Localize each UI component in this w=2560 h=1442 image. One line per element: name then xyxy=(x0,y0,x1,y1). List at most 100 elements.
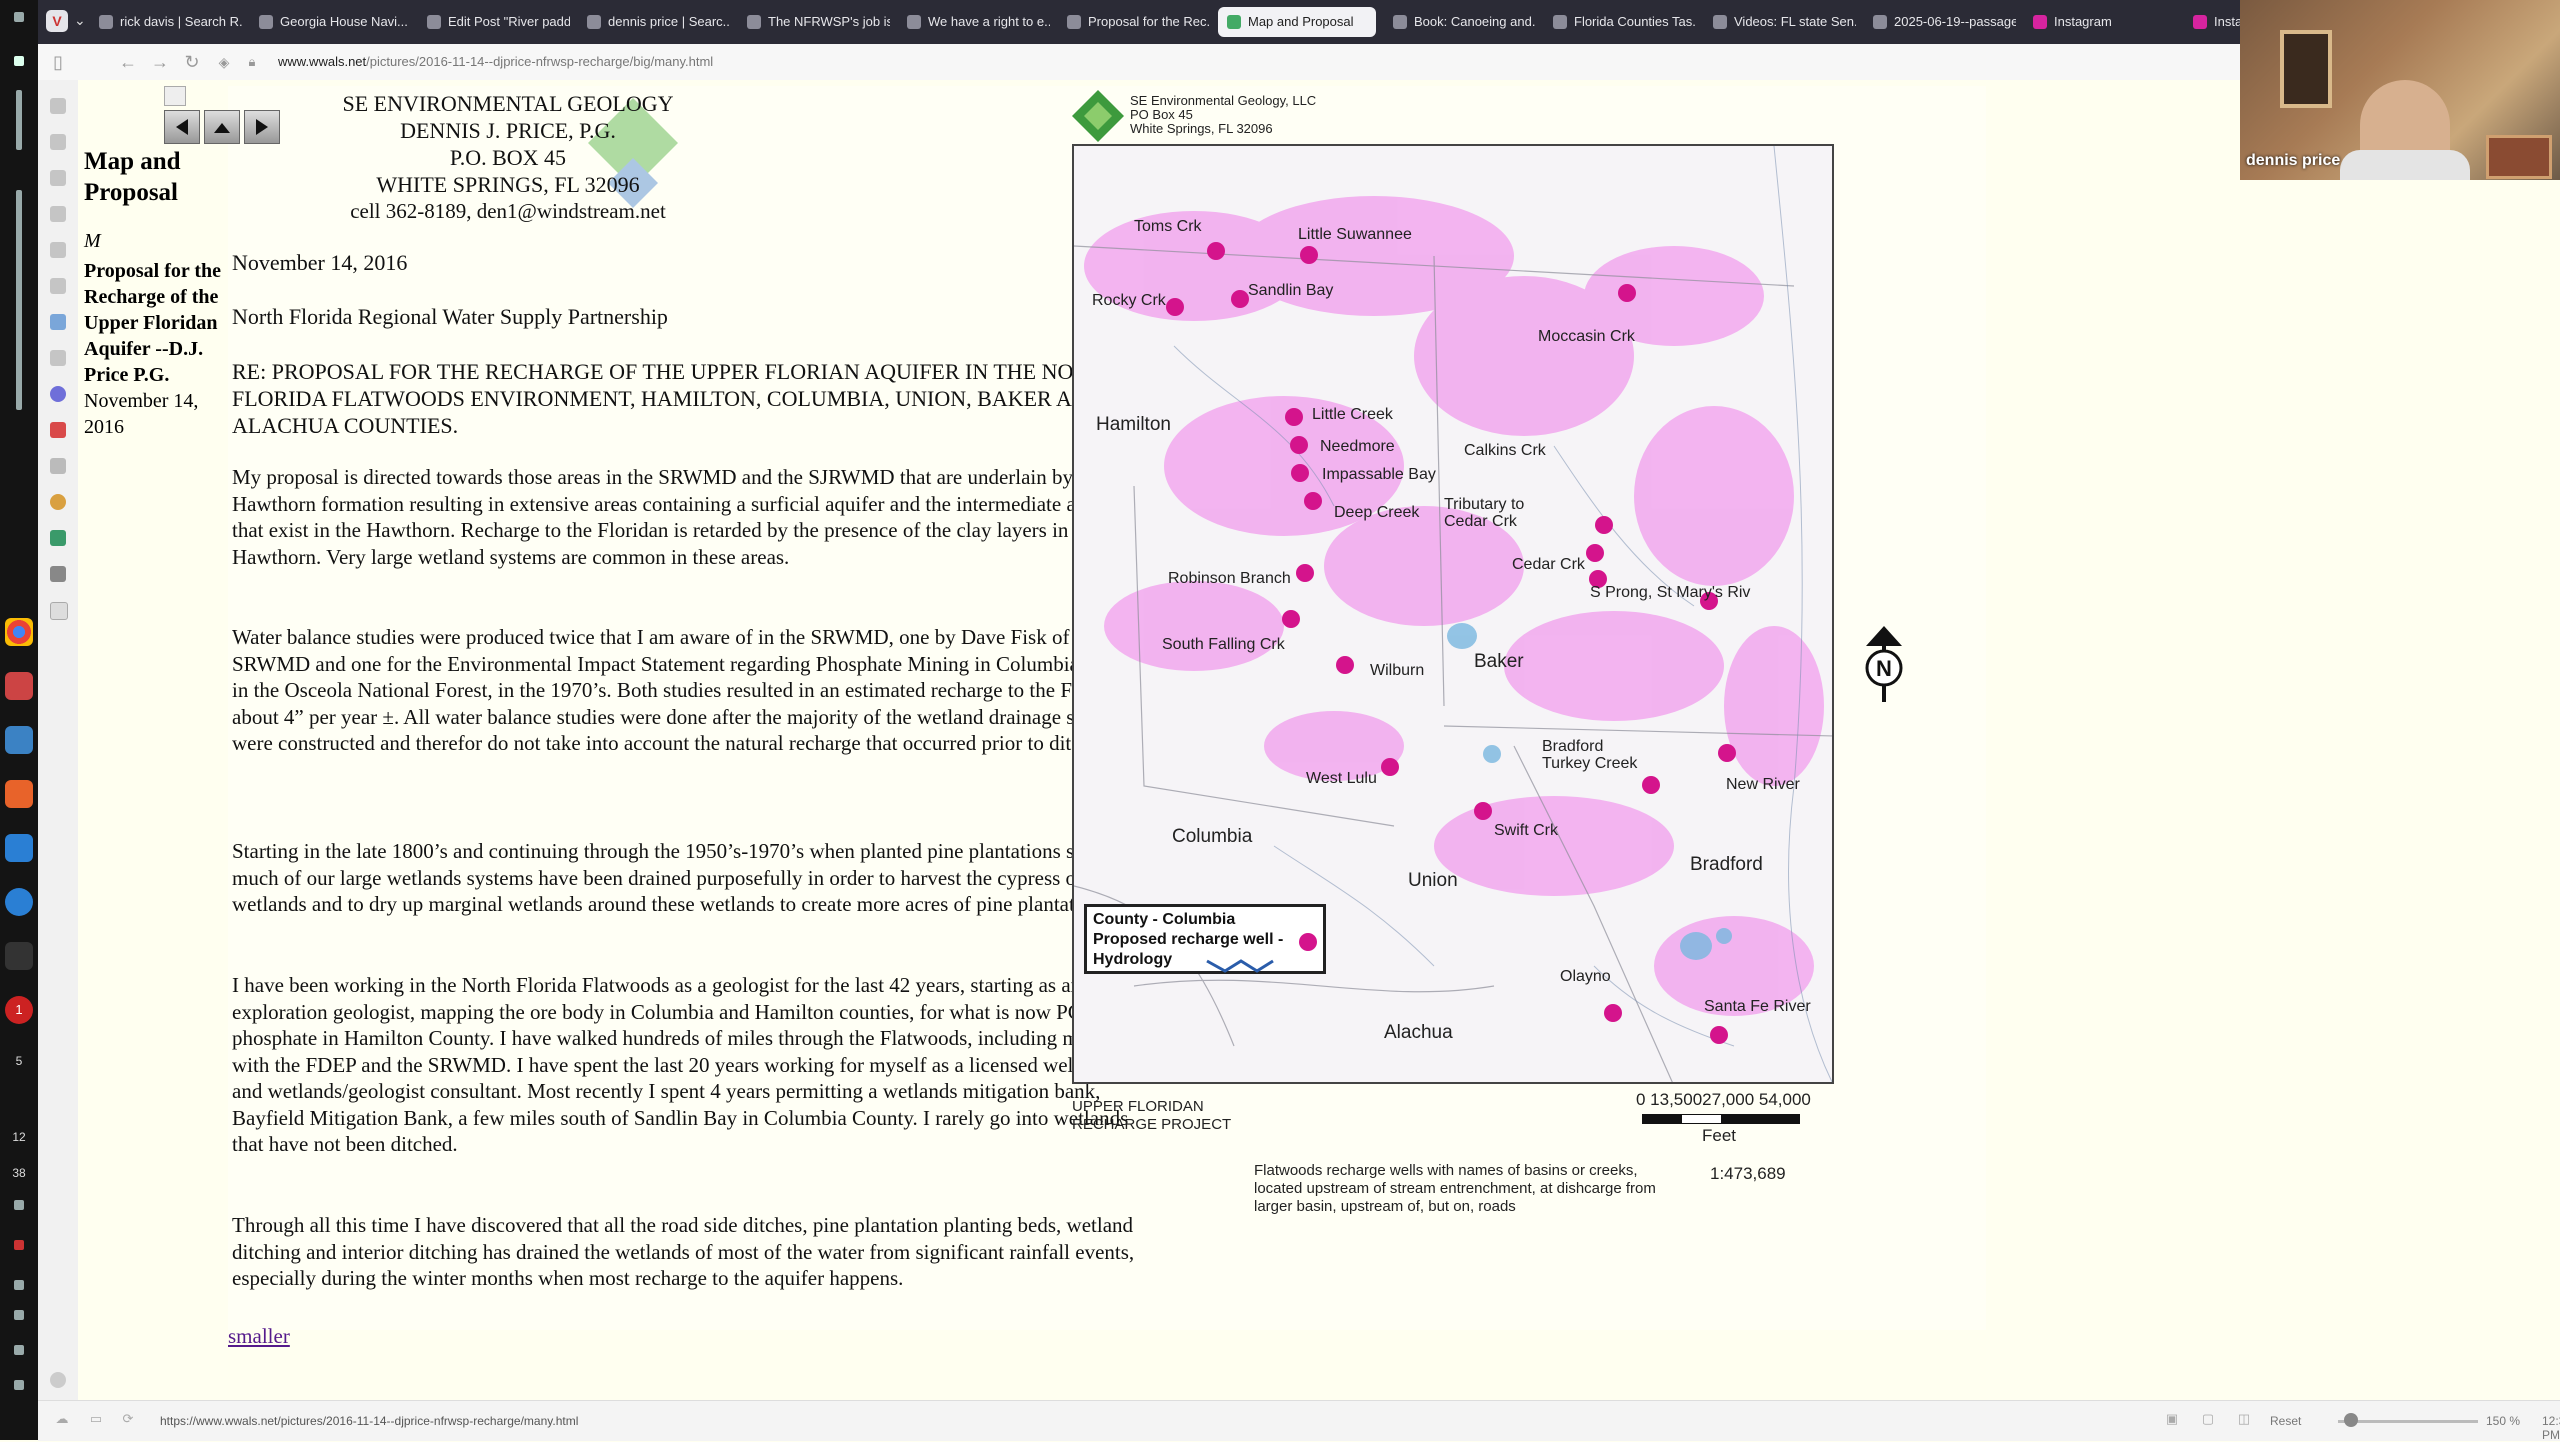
site-label: Moccasin Crk xyxy=(1538,328,1635,345)
previous-page-button[interactable] xyxy=(164,110,200,144)
pocket-icon[interactable] xyxy=(50,422,66,438)
tab[interactable]: dennis price | Searc... xyxy=(578,7,730,37)
triangle-left-icon xyxy=(176,119,188,135)
window-list-icon[interactable] xyxy=(16,190,22,410)
site-label: Sandlin Bay xyxy=(1248,282,1334,299)
chevron-down-icon[interactable]: ⌄ xyxy=(74,12,86,29)
well-marker xyxy=(1282,610,1300,628)
mic-icon[interactable] xyxy=(14,1200,24,1210)
lock-icon[interactable]: 🔒︎ xyxy=(242,52,262,72)
tab[interactable]: Florida Counties Tas... xyxy=(1544,7,1696,37)
sync-icon[interactable]: ⟳ xyxy=(118,1409,138,1429)
tab[interactable]: Edit Post "River padd... xyxy=(418,7,570,37)
site-label: Bradford Turkey Creek xyxy=(1542,738,1638,772)
window-icon[interactable] xyxy=(50,278,66,294)
next-page-button[interactable] xyxy=(244,110,280,144)
bluetooth-icon[interactable] xyxy=(14,1310,24,1320)
well-marker xyxy=(1207,242,1225,260)
company-address: SE Environmental Geology, LLC PO Box 45 … xyxy=(1130,93,1317,136)
tab[interactable]: Proposal for the Rec... xyxy=(1058,7,1210,37)
tab[interactable]: Instagram xyxy=(2024,7,2176,37)
settings-icon[interactable] xyxy=(50,566,66,582)
grid-icon[interactable] xyxy=(14,56,24,66)
capture-icon[interactable]: ▣ xyxy=(2162,1409,2182,1429)
favicon-icon xyxy=(747,15,761,29)
favicon-icon xyxy=(1553,15,1567,29)
site-label: Santa Fe River xyxy=(1704,998,1811,1015)
tiling-icon[interactable]: ▢ xyxy=(2198,1409,2218,1429)
tab[interactable]: Videos: FL state Sen... xyxy=(1704,7,1856,37)
tab[interactable]: We have a right to e... xyxy=(898,7,1050,37)
panel-toggle-icon[interactable]: ▯ xyxy=(48,52,68,72)
company-logo-icon xyxy=(1072,90,1124,142)
tab[interactable]: Book: Canoeing and... xyxy=(1384,7,1536,37)
county-label: Hamilton xyxy=(1096,414,1171,435)
site-label: Swift Crk xyxy=(1494,822,1558,839)
tile-icon[interactable]: ▭ xyxy=(86,1409,106,1429)
wikipedia-icon[interactable] xyxy=(50,458,66,474)
extension-icon[interactable] xyxy=(50,494,66,510)
vivaldi-menu-icon[interactable]: V xyxy=(46,10,68,32)
mail-icon[interactable] xyxy=(5,726,33,754)
browser-side-panel xyxy=(38,80,79,1400)
workspace-icon[interactable] xyxy=(14,12,24,22)
favicon-icon xyxy=(427,15,441,29)
letter-recipient: North Florida Regional Water Supply Part… xyxy=(232,304,668,329)
notification-badge[interactable]: 1 xyxy=(5,996,33,1024)
gear-icon[interactable] xyxy=(50,1372,66,1388)
favicon-icon xyxy=(1227,15,1241,29)
history-icon[interactable] xyxy=(50,206,66,222)
record-icon[interactable] xyxy=(14,1240,24,1250)
well-marker xyxy=(1718,744,1736,762)
bookmarks-icon[interactable] xyxy=(50,98,66,114)
forward-icon[interactable]: → xyxy=(150,52,170,72)
translate-icon[interactable] xyxy=(50,314,66,330)
app-store-icon[interactable] xyxy=(5,834,33,862)
well-marker xyxy=(1604,1004,1622,1022)
favicon-icon xyxy=(907,15,921,29)
sheet-icon[interactable] xyxy=(50,530,66,546)
url-field[interactable]: www.wwals.net/pictures/2016-11-14--djpri… xyxy=(278,54,713,69)
help-icon[interactable] xyxy=(5,888,33,916)
battery-icon[interactable] xyxy=(14,1380,24,1390)
downloads-icon[interactable] xyxy=(50,170,66,186)
tab[interactable]: Georgia House Navi... xyxy=(250,7,410,37)
mastodon-icon[interactable] xyxy=(50,386,66,402)
add-panel-icon[interactable] xyxy=(50,602,68,620)
software-center-icon[interactable] xyxy=(5,780,33,808)
notes-icon[interactable] xyxy=(50,242,66,258)
letter-paragraph-2: Water balance studies were produced twic… xyxy=(232,625,1146,755)
zoom-slider-handle[interactable] xyxy=(2344,1413,2358,1427)
status-url: https://www.wwals.net/pictures/2016-11-1… xyxy=(160,1414,579,1428)
zoom-slider[interactable] xyxy=(2338,1420,2478,1423)
chrome-icon[interactable] xyxy=(5,618,33,646)
tab[interactable]: The NFRWSP's job is... xyxy=(738,7,890,37)
cloud-icon[interactable]: ☁ xyxy=(52,1409,72,1429)
webcam-overlay: dennis price xyxy=(2240,0,2560,180)
tab[interactable]: 2025-06-19--passage... xyxy=(1864,7,2016,37)
files-icon[interactable] xyxy=(5,672,33,700)
well-marker xyxy=(1474,802,1492,820)
map-project-title: UPPER FLORIDAN RECHARGE PROJECT xyxy=(1072,1098,1232,1133)
tab-active[interactable]: Map and Proposal xyxy=(1218,7,1376,37)
chat-icon[interactable] xyxy=(50,350,66,366)
up-index-button[interactable] xyxy=(204,110,240,144)
recharge-map: Hamilton Baker Columbia Union Bradford A… xyxy=(1072,144,1834,1084)
well-marker xyxy=(1586,544,1604,562)
image-toggle-icon[interactable]: ◫ xyxy=(2234,1409,2254,1429)
county-label: Union xyxy=(1408,870,1458,891)
site-label: Toms Crk xyxy=(1134,218,1202,235)
shield-icon[interactable]: ◈ xyxy=(214,52,234,72)
terminal-icon[interactable] xyxy=(5,942,33,970)
smaller-link[interactable]: smaller xyxy=(228,1324,290,1349)
volume-icon[interactable] xyxy=(14,1345,24,1355)
back-icon[interactable]: ← xyxy=(118,52,138,72)
tab[interactable]: rick davis | Search R... xyxy=(90,7,242,37)
site-label: New River xyxy=(1726,776,1800,793)
zoom-level: 150 % xyxy=(2486,1414,2521,1428)
zoom-reset-button[interactable]: Reset xyxy=(2270,1414,2301,1428)
reading-list-icon[interactable] xyxy=(50,134,66,150)
wifi-icon[interactable] xyxy=(14,1280,24,1290)
tab[interactable]: Insta xyxy=(2184,7,2240,37)
reload-icon[interactable]: ↻ xyxy=(182,52,202,72)
